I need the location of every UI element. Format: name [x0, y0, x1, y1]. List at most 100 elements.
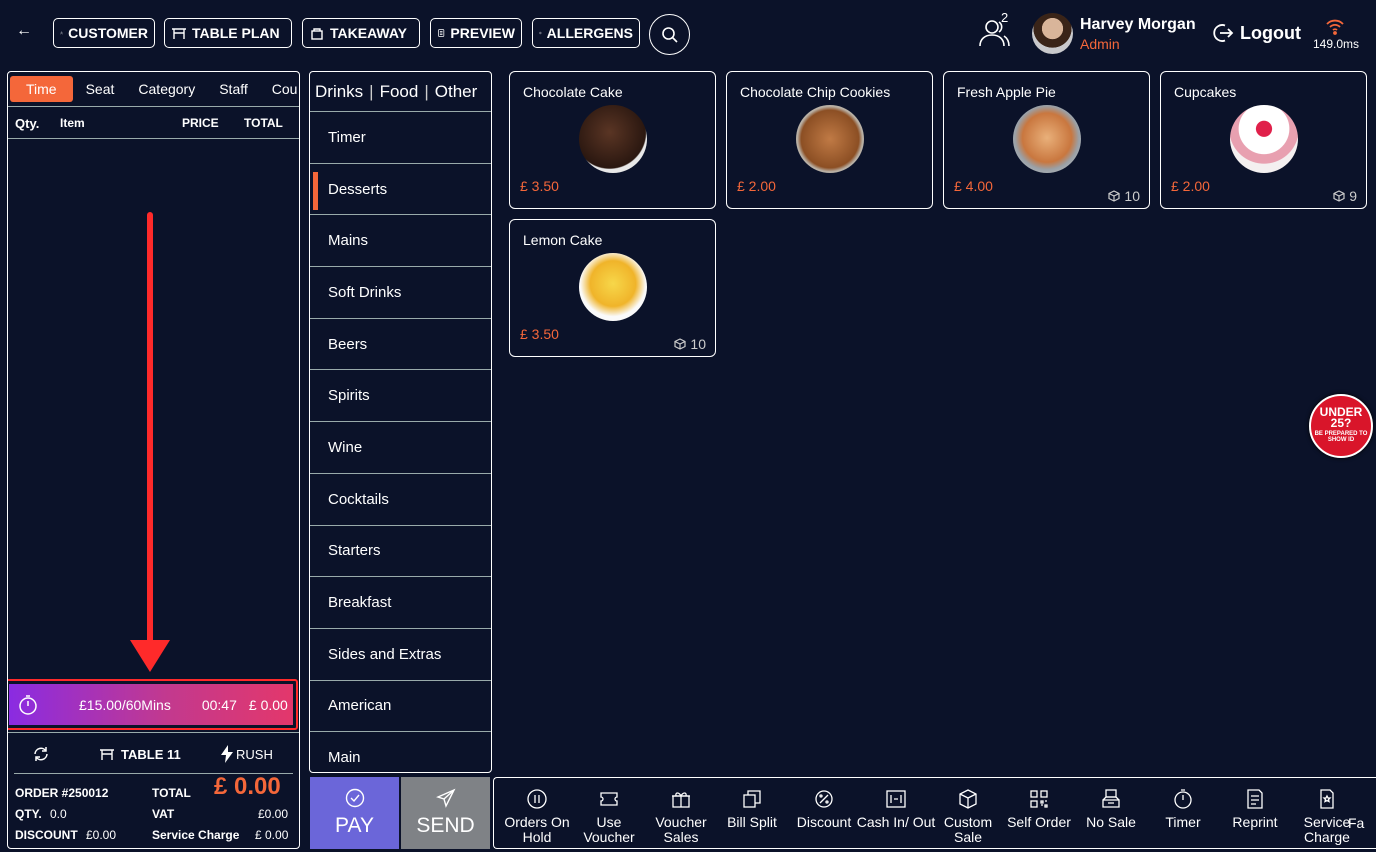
ticket-icon — [600, 792, 618, 806]
stock-count: 10 — [674, 336, 706, 352]
product-card[interactable]: Lemon Cake £ 3.50 10 — [509, 219, 716, 357]
product-card[interactable]: Chocolate Cake £ 3.50 — [509, 71, 716, 209]
timer-function-button[interactable]: Timer — [1143, 786, 1223, 830]
reprint-button[interactable]: Reprint — [1215, 786, 1295, 830]
product-image — [796, 105, 864, 173]
func-label: Fa — [1348, 815, 1365, 831]
category-sides-and-extras[interactable]: Sides and Extras — [310, 629, 491, 681]
takeaway-button[interactable]: TAKEAWAY — [302, 18, 420, 48]
category-cocktails[interactable]: Cocktails — [310, 474, 491, 526]
category-spirits[interactable]: Spirits — [310, 370, 491, 423]
tab-drinks[interactable]: Drinks — [315, 82, 363, 102]
category-soft-drinks[interactable]: Soft Drinks — [310, 267, 491, 319]
product-image — [579, 253, 647, 321]
tab-seat[interactable]: Seat — [75, 77, 126, 101]
order-columns-header: Qty. Item PRICE TOTAL — [8, 106, 299, 139]
category-beers[interactable]: Beers — [310, 319, 491, 371]
product-card[interactable]: Cupcakes £ 2.00 9 — [1160, 71, 1367, 209]
send-icon — [435, 788, 455, 808]
annotation-arrow — [130, 212, 170, 672]
func-label: Voucher Sales — [655, 814, 707, 845]
voucher-sales-button[interactable]: Voucher Sales — [641, 786, 721, 845]
logout-icon — [1213, 24, 1234, 42]
ping-readout: 149.0ms — [1313, 37, 1360, 51]
qty-label: QTY. — [15, 807, 42, 821]
pay-button[interactable]: PAY — [310, 777, 399, 849]
product-card[interactable]: Chocolate Chip Cookies £ 2.00 — [726, 71, 933, 209]
category-mains[interactable]: Mains — [310, 215, 491, 268]
orders-on-hold-button[interactable]: Orders On Hold — [497, 786, 577, 845]
timer-rate: £15.00/60Mins — [79, 696, 171, 713]
col-price: PRICE — [182, 116, 219, 130]
product-card[interactable]: Fresh Apple Pie £ 4.00 10 — [943, 71, 1150, 209]
discount-button[interactable]: Discount — [784, 786, 864, 830]
order-view-tabs: Time Seat Category Staff Cou — [8, 72, 299, 106]
category-breakfast[interactable]: Breakfast — [310, 577, 491, 629]
no-sale-button[interactable]: No Sale — [1071, 786, 1151, 830]
category-timer[interactable]: Timer — [310, 112, 491, 164]
product-image — [1230, 105, 1298, 173]
product-price: £ 2.00 — [737, 178, 776, 194]
box-icon — [1108, 190, 1121, 202]
custom-sale-button[interactable]: Custom Sale — [928, 786, 1008, 845]
func-label: Discount — [796, 814, 852, 830]
preview-button[interactable]: PREVIEW — [430, 18, 522, 48]
tab-other[interactable]: Other — [435, 82, 478, 102]
logout-button[interactable]: Logout — [1212, 22, 1301, 44]
discount-icon — [815, 790, 833, 808]
stock-count: 10 — [1108, 188, 1140, 204]
customer-button[interactable]: CUSTOMER — [53, 18, 155, 48]
order-meta-row: TABLE 11 RUSH — [8, 745, 299, 767]
self-order-button[interactable]: Self Order — [999, 786, 1079, 830]
category-desserts[interactable]: Desserts — [310, 164, 491, 216]
tab-time[interactable]: Time — [10, 76, 73, 102]
search-button[interactable] — [649, 14, 690, 55]
table-plan-label: TABLE PLAN — [192, 25, 280, 41]
avatar[interactable] — [1032, 13, 1073, 54]
logout-label: Logout — [1240, 22, 1301, 43]
function-bar: Orders On Hold Use Voucher Voucher Sales… — [493, 777, 1376, 849]
customer-label: CUSTOMER — [68, 25, 148, 41]
tab-food[interactable]: Food — [380, 82, 419, 102]
product-image — [1013, 105, 1081, 173]
category-main[interactable]: Main — [310, 732, 491, 772]
category-group-tabs: Drinks | Food | Other — [310, 72, 491, 112]
receipt-icon — [438, 29, 445, 37]
rush-label[interactable]: RUSH — [236, 747, 273, 762]
stopwatch-icon — [1174, 789, 1192, 809]
send-label: SEND — [416, 814, 475, 837]
tab-staff[interactable]: Staff — [208, 77, 259, 101]
allergens-button[interactable]: ALLERGENS — [532, 18, 640, 48]
product-price: £ 3.50 — [520, 326, 559, 342]
table-label[interactable]: TABLE 11 — [121, 747, 181, 762]
qr-code-icon — [1030, 790, 1048, 808]
vat-value: £0.00 — [258, 807, 289, 821]
under-25-badge[interactable]: UNDER 25? BE PREPARED TO SHOW ID — [1309, 394, 1373, 458]
cash-in-out-button[interactable]: Cash In/ Out — [856, 786, 936, 830]
category-wine[interactable]: Wine — [310, 422, 491, 474]
stock-value: 9 — [1349, 188, 1357, 204]
box-icon — [959, 789, 977, 809]
product-image — [579, 105, 647, 173]
func-label: Bill Split — [727, 814, 777, 830]
category-starters[interactable]: Starters — [310, 526, 491, 578]
category-american[interactable]: American — [310, 681, 491, 733]
send-button[interactable]: SEND — [401, 777, 490, 849]
register-icon — [1102, 789, 1120, 808]
category-panel: Drinks | Food | Other Timer Desserts Mains… — [309, 71, 492, 773]
back-arrow-icon[interactable]: ← — [16, 22, 36, 44]
tab-course[interactable]: Cou — [261, 77, 299, 101]
bill-split-button[interactable]: Bill Split — [712, 786, 792, 830]
table-plan-button[interactable]: TABLE PLAN — [164, 18, 292, 48]
timer-bar[interactable]: £15.00/60Mins 00:47 £ 0.00 — [9, 684, 293, 725]
tab-category[interactable]: Category — [127, 77, 206, 101]
func-label: Orders On Hold — [504, 814, 570, 845]
person-icon — [60, 31, 63, 35]
users-count: 2 — [1001, 10, 1009, 25]
document-star-icon — [1320, 789, 1334, 809]
table-icon — [100, 749, 114, 760]
more-function-button[interactable]: Fa — [1348, 816, 1376, 831]
refresh-icon[interactable] — [32, 745, 50, 763]
use-voucher-button[interactable]: Use Voucher — [569, 786, 649, 845]
total-label: TOTAL — [152, 786, 191, 800]
